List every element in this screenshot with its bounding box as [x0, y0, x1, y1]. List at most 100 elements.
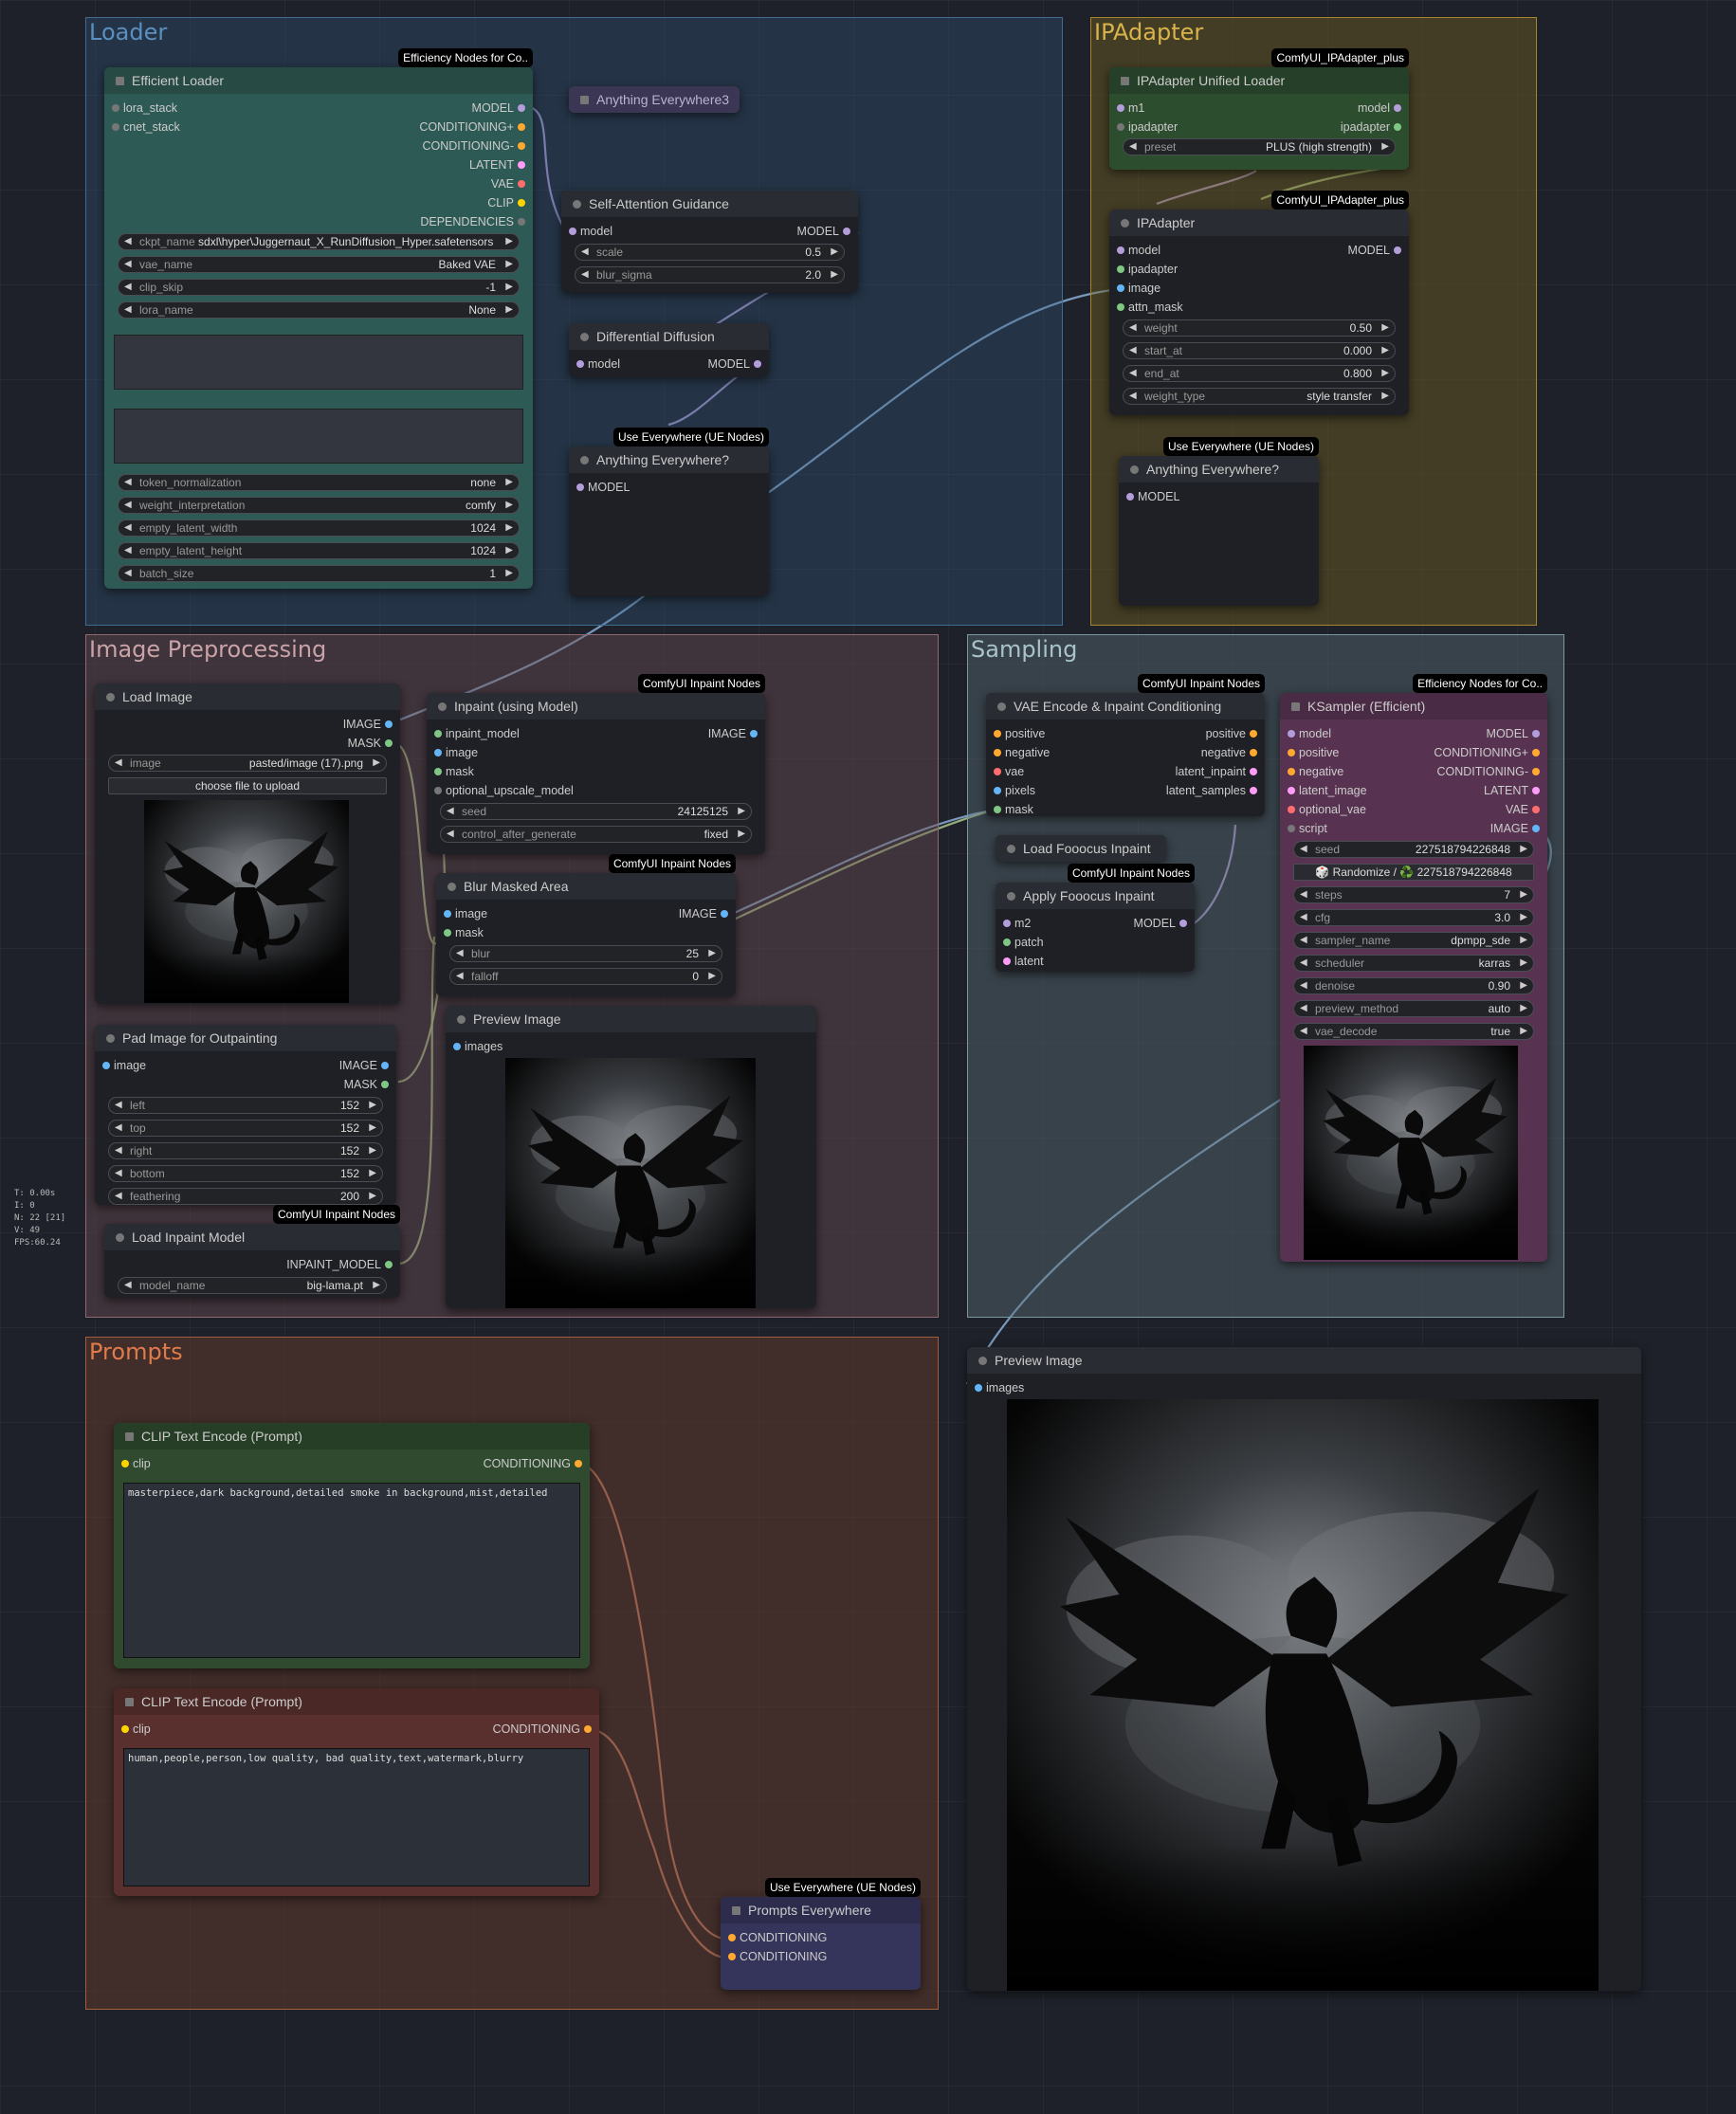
collapse-dot[interactable]: [1121, 77, 1129, 85]
output-image[interactable]: IMAGE: [339, 1056, 390, 1075]
feathering-widget[interactable]: feathering 200: [108, 1188, 383, 1205]
vae-decode-widget[interactable]: vae_decode true: [1293, 1023, 1534, 1040]
positive-text-area[interactable]: [114, 335, 523, 390]
collapse-dot[interactable]: [580, 456, 589, 465]
ipadapter-unified-loader-node[interactable]: ComfyUI_IPAdapter_plus IPAdapter Unified…: [1109, 48, 1409, 170]
cfg-widget[interactable]: cfg 3.0: [1293, 909, 1534, 926]
collapse-dot[interactable]: [116, 77, 124, 85]
collapse-dot[interactable]: [580, 96, 589, 104]
weight-widget[interactable]: weight 0.50: [1123, 319, 1396, 337]
input-conditioning-1[interactable]: CONDITIONING: [728, 1928, 827, 1947]
seed-widget[interactable]: seed 227518794226848: [1293, 841, 1534, 858]
output-image[interactable]: IMAGE: [708, 724, 758, 743]
input-script[interactable]: script: [1288, 819, 1327, 838]
input-mask[interactable]: mask: [444, 923, 484, 942]
input-mask[interactable]: mask: [434, 762, 474, 781]
scheduler-widget[interactable]: scheduler karras: [1293, 955, 1534, 972]
input-latent[interactable]: latent: [1003, 952, 1044, 971]
input-negative[interactable]: negative: [1288, 762, 1343, 781]
input-model[interactable]: model: [1117, 241, 1160, 260]
node-title[interactable]: Prompts Everywhere: [721, 1897, 921, 1923]
input-clip[interactable]: clip: [121, 1454, 151, 1473]
empty-latent-width-widget[interactable]: empty_latent_width 1024: [118, 519, 520, 537]
blur-widget[interactable]: blur 25: [449, 945, 722, 962]
collapse-dot[interactable]: [106, 1034, 115, 1043]
input-mask[interactable]: mask: [994, 800, 1033, 819]
input-positive[interactable]: positive: [1288, 743, 1339, 762]
input-conditioning-2[interactable]: CONDITIONING: [728, 1947, 827, 1966]
output-latent[interactable]: LATENT: [1484, 781, 1540, 800]
output-model[interactable]: MODEL: [472, 99, 526, 118]
scale-widget[interactable]: scale 0.5: [575, 244, 845, 261]
collapse-dot[interactable]: [580, 333, 589, 341]
preview-image-small-node[interactable]: Preview Image images: [446, 1006, 816, 1308]
collapse-dot[interactable]: [1007, 892, 1015, 901]
collapse-dot[interactable]: [573, 200, 581, 209]
seed-widget[interactable]: seed 24125125: [440, 803, 752, 820]
image-widget[interactable]: image pasted/image (17).png: [108, 755, 387, 772]
end-at-widget[interactable]: end_at 0.800: [1123, 365, 1396, 382]
input-image[interactable]: image: [102, 1056, 146, 1075]
input-clip[interactable]: clip: [121, 1720, 151, 1739]
output-model[interactable]: MODEL: [708, 355, 762, 374]
load-fooocus-inpaint-node[interactable]: Load Fooocus Inpaint: [996, 835, 1166, 862]
input-vae[interactable]: vae: [994, 762, 1024, 781]
negative-text-area[interactable]: [114, 409, 523, 464]
input-positive[interactable]: positive: [994, 724, 1045, 743]
output-negative[interactable]: negative: [1201, 743, 1258, 762]
collapse-dot[interactable]: [1007, 845, 1015, 853]
input-m1[interactable]: m1: [1117, 99, 1144, 118]
model-name-widget[interactable]: model_name big-lama.pt: [118, 1277, 387, 1294]
preview-method-widget[interactable]: preview_method auto: [1293, 1000, 1534, 1017]
node-title[interactable]: Load Image: [95, 683, 400, 710]
node-title[interactable]: Pad Image for Outpainting: [95, 1025, 396, 1051]
input-optional-vae[interactable]: optional_vae: [1288, 800, 1366, 819]
input-model[interactable]: model: [1288, 724, 1331, 743]
collapse-dot[interactable]: [997, 702, 1006, 711]
collapse-dot[interactable]: [732, 1906, 740, 1915]
denoise-widget[interactable]: denoise 0.90: [1293, 977, 1534, 994]
input-model[interactable]: MODEL: [1126, 487, 1179, 506]
node-title[interactable]: Apply Fooocus Inpaint: [996, 883, 1195, 909]
output-latent-samples[interactable]: latent_samples: [1166, 781, 1258, 800]
collapse-dot[interactable]: [1130, 465, 1139, 474]
output-image[interactable]: IMAGE: [1490, 819, 1541, 838]
input-ipadapter[interactable]: ipadapter: [1117, 260, 1178, 279]
output-image[interactable]: IMAGE: [343, 715, 393, 734]
ckpt-name-widget[interactable]: ckpt_name sdxl\hyper\Juggernaut_X_RunDif…: [118, 233, 520, 250]
output-model[interactable]: MODEL: [1348, 241, 1402, 260]
top-widget[interactable]: top 152: [108, 1120, 383, 1137]
collapse-dot[interactable]: [1121, 219, 1129, 228]
collapse-dot[interactable]: [448, 883, 456, 891]
left-widget[interactable]: left 152: [108, 1097, 383, 1114]
anything-everywhere3-node[interactable]: Anything Everywhere3: [569, 86, 740, 113]
load-image-node[interactable]: Load Image IMAGE MASK image pasted/image …: [95, 683, 400, 1004]
anything-everywhere-ipadapter-node[interactable]: Use Everywhere (UE Nodes) Anything Every…: [1119, 437, 1319, 606]
output-mask[interactable]: MASK: [344, 1075, 390, 1094]
weight-interpretation-widget[interactable]: weight_interpretation comfy: [118, 497, 520, 514]
node-title[interactable]: IPAdapter Unified Loader: [1109, 67, 1409, 94]
efficient-loader-node[interactable]: Efficiency Nodes for Co.. Efficient Load…: [104, 48, 533, 589]
output-dependencies[interactable]: DEPENDENCIES: [420, 212, 525, 231]
node-title[interactable]: Efficient Loader: [104, 67, 533, 94]
collapse-dot[interactable]: [106, 693, 115, 702]
output-mask[interactable]: MASK: [348, 734, 393, 753]
ksampler-efficient-node[interactable]: Efficiency Nodes for Co.. KSampler (Effi…: [1280, 674, 1547, 1262]
node-title[interactable]: Preview Image: [446, 1006, 816, 1032]
upload-button[interactable]: choose file to upload: [108, 777, 387, 794]
vae-encode-inpaint-node[interactable]: ComfyUI Inpaint Nodes VAE Encode & Inpai…: [986, 674, 1265, 819]
randomize-button[interactable]: 🎲 Randomize / ♻️ 227518794226848: [1293, 864, 1534, 881]
load-inpaint-model-node[interactable]: ComfyUI Inpaint Nodes Load Inpaint Model…: [104, 1205, 400, 1298]
input-images[interactable]: images: [453, 1037, 503, 1056]
output-conditioning-neg[interactable]: CONDITIONING-: [1436, 762, 1540, 781]
falloff-widget[interactable]: falloff 0: [449, 968, 722, 985]
output-conditioning-neg[interactable]: CONDITIONING-: [422, 137, 525, 155]
input-negative[interactable]: negative: [994, 743, 1050, 762]
input-pixels[interactable]: pixels: [994, 781, 1035, 800]
output-image[interactable]: IMAGE: [679, 904, 729, 923]
self-attention-guidance-node[interactable]: Self-Attention Guidance model MODEL scal…: [561, 191, 858, 293]
lora-name-widget[interactable]: lora_name None: [118, 301, 520, 319]
collapse-dot[interactable]: [125, 1432, 134, 1441]
collapse-dot[interactable]: [125, 1698, 134, 1706]
output-ipadapter[interactable]: ipadapter: [1341, 118, 1402, 137]
